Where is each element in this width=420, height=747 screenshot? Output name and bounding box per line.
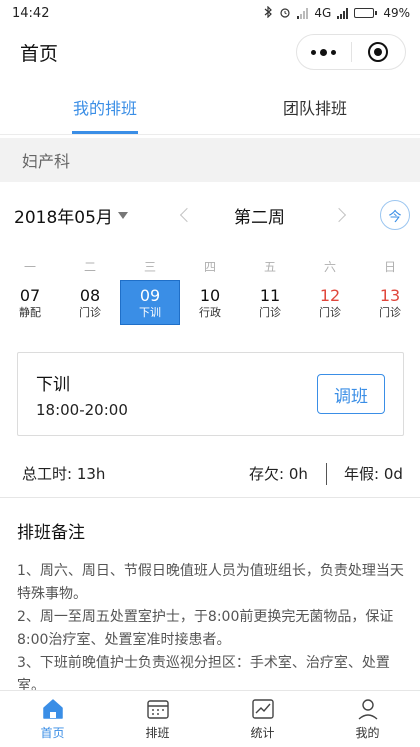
schedule-icon [146, 699, 169, 719]
nav-profile[interactable]: 我的 [315, 691, 420, 747]
day-sunday[interactable]: 日 13 门诊 [360, 252, 420, 332]
nav-home-label: 首页 [40, 725, 65, 740]
adjust-shift-button[interactable]: 调班 [317, 374, 385, 414]
stats-divider [326, 462, 327, 485]
note-line: 1、周六、周日、节假日晚值班人员为值班组长，负责处理当天特殊事物。 [17, 563, 404, 602]
next-week-icon[interactable] [331, 207, 347, 223]
nav-schedule-label: 排班 [145, 725, 170, 740]
status-indicators: 4G 49% [264, 5, 410, 21]
day-date: 11 [259, 285, 281, 305]
day-date: 10 [199, 285, 221, 305]
day-tuesday[interactable]: 二 08 门诊 [60, 252, 120, 332]
tab-my-schedule[interactable]: 我的排班 [0, 80, 210, 134]
day-shift: 下训 [139, 305, 161, 319]
day-cell: 07 静配 [0, 280, 60, 325]
nav-home[interactable]: 首页 [0, 691, 105, 747]
note-line: 2、周一至周五处置室护士，于8:00前更换完无菌物品，保证8:00治疗室、处置室… [17, 609, 394, 648]
department-header: 妇产科 [0, 138, 420, 182]
note-line: 3、下班前晚值护士负责巡视分担区：手术室、治疗室、处置室。 [17, 655, 390, 690]
signal-weak-icon [297, 7, 309, 19]
profile-icon [358, 698, 377, 720]
day-shift: 静配 [19, 305, 41, 319]
annual-leave: 年假: 0d [344, 465, 403, 483]
owed-hours: 存欠: 0h [249, 465, 308, 483]
day-shift: 门诊 [79, 305, 101, 319]
battery-percent: 49% [383, 6, 410, 20]
status-time: 14:42 [12, 5, 50, 21]
close-circle-icon [368, 42, 389, 62]
day-thursday[interactable]: 四 10 行政 [180, 252, 240, 332]
work-stats: 总工时: 13h 存欠: 0h 年假: 0d [0, 450, 420, 498]
page-title: 首页 [20, 42, 59, 65]
day-cell: 08 门诊 [60, 280, 120, 325]
day-monday[interactable]: 一 07 静配 [0, 252, 60, 332]
shift-info: 下训 18:00-20:00 [36, 370, 128, 419]
day-of-week: 二 [83, 259, 96, 274]
day-date: 07 [19, 285, 41, 305]
schedule-tabs: 我的排班 团队排班 [0, 80, 420, 135]
nav-stats[interactable]: 统计 [210, 691, 315, 747]
day-wednesday[interactable]: 三 09 下训 [120, 252, 180, 332]
today-button[interactable]: 今 [380, 200, 410, 230]
day-friday[interactable]: 五 11 门诊 [240, 252, 300, 332]
month-navigation: 2018年05月 第二周 今 [0, 190, 420, 240]
chart-icon [251, 698, 274, 719]
mini-program-capsule [296, 34, 406, 70]
day-cell-selected: 09 下训 [120, 280, 180, 325]
network-type: 4G [314, 6, 332, 20]
tab-team-schedule[interactable]: 团队排班 [210, 80, 420, 134]
day-date: 09 [139, 285, 161, 305]
notes-content: 1、周六、周日、节假日晚值班人员为值班组长，负责处理当天特殊事物。 2、周一至周… [17, 560, 407, 690]
day-of-week: 四 [203, 259, 216, 274]
day-cell: 13 门诊 [360, 280, 420, 325]
status-bar: 14:42 4G 49% [0, 0, 420, 26]
nav-profile-label: 我的 [355, 725, 380, 740]
day-cell: 11 门诊 [240, 280, 300, 325]
day-cell: 12 门诊 [300, 280, 360, 325]
day-shift: 门诊 [379, 305, 401, 319]
day-of-week: 日 [383, 259, 396, 274]
day-date: 12 [319, 285, 341, 305]
day-of-week: 五 [263, 259, 276, 274]
more-button[interactable] [297, 35, 351, 69]
signal-icon [337, 7, 349, 19]
caret-down-icon [117, 211, 128, 219]
home-icon [42, 698, 63, 719]
day-of-week: 一 [23, 259, 36, 274]
shift-name: 下训 [36, 374, 70, 395]
day-cell: 10 行政 [180, 280, 240, 325]
month-label: 2018年05月 [14, 207, 113, 228]
day-date: 08 [79, 285, 101, 305]
day-shift: 门诊 [319, 305, 341, 319]
day-shift: 门诊 [259, 305, 281, 319]
shift-time: 18:00-20:00 [36, 400, 128, 419]
battery-icon [354, 8, 378, 18]
nav-schedule[interactable]: 排班 [105, 691, 210, 747]
alarm-icon [279, 6, 291, 21]
close-button[interactable] [352, 35, 406, 69]
bottom-navigation: 首页 排班 统计 我的 [0, 690, 420, 747]
day-of-week: 六 [323, 259, 336, 274]
day-saturday[interactable]: 六 12 门诊 [300, 252, 360, 332]
shift-card: 下训 18:00-20:00 调班 [17, 352, 404, 436]
week-label: 第二周 [234, 207, 285, 228]
total-hours: 总工时: 13h [22, 465, 106, 483]
bluetooth-icon [264, 5, 273, 21]
day-of-week: 三 [143, 259, 156, 274]
more-dots-icon [311, 48, 337, 56]
nav-stats-label: 统计 [250, 725, 275, 740]
notes-title: 排班备注 [17, 523, 85, 543]
day-date: 13 [379, 285, 401, 305]
prev-week-icon[interactable] [179, 207, 195, 223]
title-bar: 首页 [0, 26, 420, 78]
day-shift: 行政 [199, 305, 221, 319]
week-strip: 一 07 静配 二 08 门诊 三 09 下训 四 10 行政 五 11 门诊 [0, 252, 420, 332]
month-picker[interactable]: 2018年05月 [14, 203, 128, 228]
